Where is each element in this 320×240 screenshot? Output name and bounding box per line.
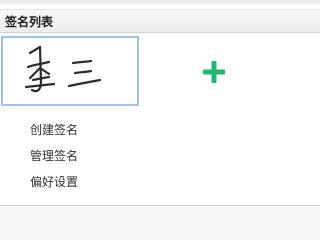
- handwritten-signature: [24, 45, 102, 93]
- panel-title: 签名列表: [5, 15, 54, 29]
- signature-thumbnail-selected[interactable]: [1, 36, 139, 106]
- signature-menu: 创建签名 管理签名 偏好设置: [0, 117, 320, 195]
- menu-item-manage-signatures[interactable]: 管理签名: [0, 143, 320, 169]
- menu-item-create-signature[interactable]: 创建签名: [0, 117, 320, 143]
- signature-panel: 签名列表 创建签名 管理签名 偏好设置: [0, 4, 320, 206]
- bottom-area: [0, 207, 320, 240]
- menu-item-preferences[interactable]: 偏好设置: [0, 169, 320, 195]
- add-signature-button[interactable]: [199, 57, 229, 87]
- plus-icon: [203, 61, 225, 83]
- panel-header: 签名列表: [0, 9, 320, 33]
- signature-list: [0, 34, 320, 109]
